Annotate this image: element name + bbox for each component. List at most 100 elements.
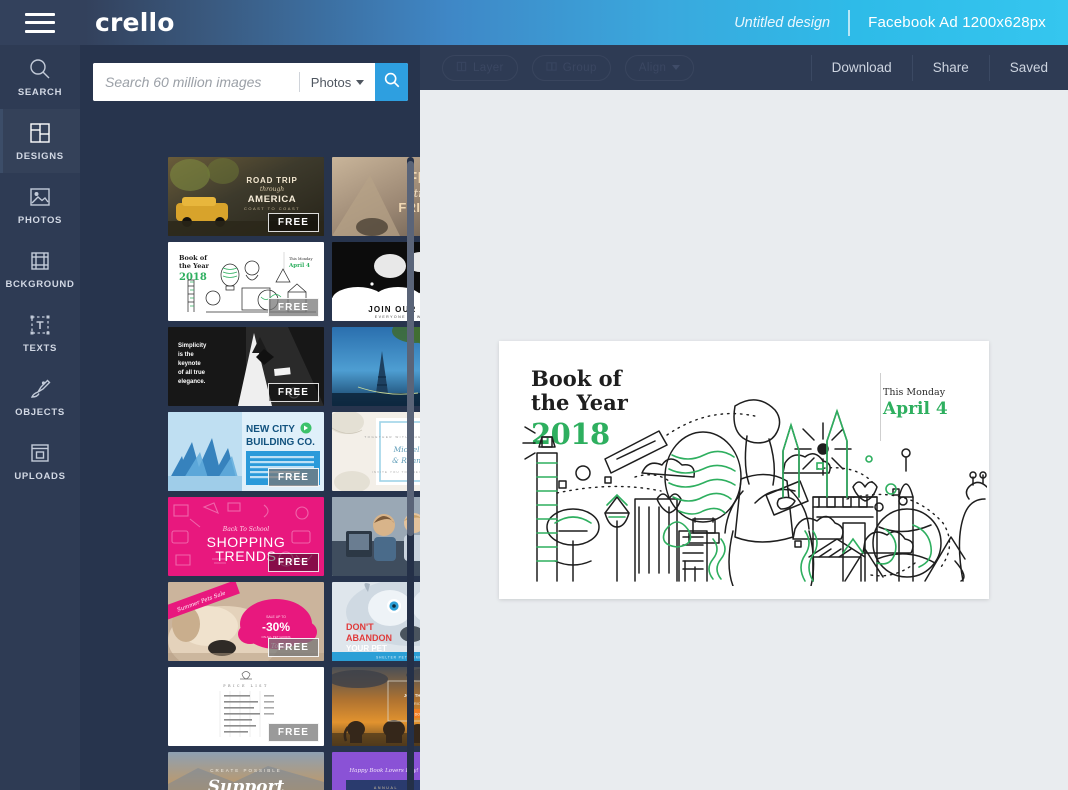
svg-text:Simplicity: Simplicity bbox=[178, 343, 207, 349]
sidebar-item-label: BCKGROUND bbox=[5, 279, 75, 290]
brand-logo[interactable]: crello bbox=[95, 8, 175, 37]
free-badge: FREE bbox=[267, 468, 319, 487]
svg-text:COAST TO COAST: COAST TO COAST bbox=[244, 206, 300, 211]
sidebar-item-photos[interactable]: PHOTOS bbox=[0, 173, 80, 237]
svg-text:YOUR PET: YOUR PET bbox=[346, 644, 387, 653]
sidebar-item-objects[interactable]: OBJECTS bbox=[0, 365, 80, 429]
design-title[interactable]: Untitled design bbox=[734, 15, 848, 31]
free-badge: FREE bbox=[267, 553, 319, 572]
template-card-pet-sale-30-percent[interactable]: Summer Pets Sale SALE UP TO -30% ON ALL … bbox=[168, 582, 324, 661]
sidebar-item-label: SEARCH bbox=[17, 87, 63, 98]
sidebar-item-label: OBJECTS bbox=[15, 407, 65, 418]
search-category-label: Photos bbox=[310, 74, 352, 90]
group-icon bbox=[546, 61, 557, 75]
svg-text:of all true: of all true bbox=[178, 370, 206, 376]
group-button[interactable]: Group bbox=[531, 54, 611, 81]
free-badge: FREE bbox=[267, 213, 319, 232]
svg-text:keynote: keynote bbox=[178, 361, 201, 367]
align-button[interactable]: Align bbox=[624, 54, 695, 81]
align-button-label: Align bbox=[638, 61, 667, 74]
svg-text:Back To School: Back To School bbox=[222, 526, 270, 533]
svg-text:ANNUAL: ANNUAL bbox=[374, 786, 398, 790]
layout-grid-icon bbox=[27, 120, 53, 146]
design-canvas[interactable]: Book of the Year 2018 This Monday April … bbox=[499, 341, 989, 599]
search-category-dropdown[interactable]: Photos bbox=[300, 63, 375, 101]
chevron-down-icon bbox=[672, 65, 681, 70]
design-size-label[interactable]: Facebook Ad 1200x628px bbox=[850, 14, 1060, 31]
svg-text:through: through bbox=[260, 186, 284, 193]
search-icon bbox=[383, 71, 401, 94]
template-card-book-of-the-year-2018[interactable]: Book of the Year 2018 This Monday April … bbox=[168, 242, 324, 321]
sidebar-item-label: UPLOADS bbox=[14, 471, 66, 482]
thumb-art: CREATE POSSIBLE Support WILD ANIMALS FOU… bbox=[168, 752, 324, 790]
sidebar-item-designs[interactable]: DESIGNS bbox=[0, 109, 80, 173]
search-input[interactable] bbox=[93, 63, 299, 101]
svg-text:PRICE LIST: PRICE LIST bbox=[223, 684, 269, 688]
svg-text:SALE UP TO: SALE UP TO bbox=[266, 615, 286, 619]
svg-text:NEW CITY: NEW CITY bbox=[246, 424, 295, 435]
svg-text:BUILDING CO.: BUILDING CO. bbox=[246, 437, 315, 448]
library-scrollbar-thumb[interactable] bbox=[407, 161, 414, 536]
svg-text:ROAD TRIP: ROAD TRIP bbox=[246, 176, 297, 185]
template-card-road-trip-through-america[interactable]: ROAD TRIP through AMERICA COAST TO COAST… bbox=[168, 157, 324, 236]
template-card-new-city-building-co[interactable]: NEW CITY BUILDING CO. FREE bbox=[168, 412, 324, 491]
chevron-down-icon bbox=[356, 79, 365, 85]
library-scrollbar-track[interactable] bbox=[407, 157, 414, 790]
svg-text:ABANDON: ABANDON bbox=[346, 633, 392, 643]
free-badge: FREE bbox=[267, 298, 319, 317]
svg-text:elegance.: elegance. bbox=[178, 379, 206, 385]
template-card-create-possible-support[interactable]: CREATE POSSIBLE Support WILD ANIMALS FOU… bbox=[168, 752, 324, 790]
layer-button-label: Layer bbox=[473, 61, 504, 74]
group-button-label: Group bbox=[562, 61, 597, 74]
header-right-group: Untitled design Facebook Ad 1200x628px bbox=[734, 0, 1068, 45]
crello-editor: crello Untitled design Facebook Ad 1200x… bbox=[0, 0, 1068, 790]
svg-text:April 4: April 4 bbox=[288, 263, 310, 269]
sidebar-item-label: PHOTOS bbox=[17, 215, 63, 226]
sidebar-item-label: TEXTS bbox=[22, 343, 58, 354]
free-badge: FREE bbox=[267, 723, 319, 742]
text-box-icon bbox=[27, 312, 53, 338]
svg-text:Support: Support bbox=[208, 777, 285, 790]
search-bar: Photos bbox=[93, 63, 408, 101]
template-card-price-list-menu[interactable]: PRICE LIST FREE bbox=[168, 667, 324, 746]
template-card-simplicity-elegance[interactable]: Simplicity is the keynote of all true el… bbox=[168, 327, 324, 406]
canvas-workspace[interactable]: Book of the Year 2018 This Monday April … bbox=[420, 90, 1068, 790]
svg-text:is the: is the bbox=[178, 352, 194, 358]
left-tool-rail: SEARCH DESIGNS PHOTOS BCKGROUND TEXTS OB… bbox=[0, 45, 80, 790]
search-submit-button[interactable] bbox=[375, 63, 408, 101]
hamburger-menu-button[interactable] bbox=[0, 0, 80, 45]
svg-text:CREATE POSSIBLE: CREATE POSSIBLE bbox=[210, 768, 281, 773]
svg-text:DON'T: DON'T bbox=[346, 622, 374, 632]
sidebar-item-label: DESIGNS bbox=[16, 151, 64, 162]
svg-text:2018: 2018 bbox=[179, 272, 207, 283]
photo-icon bbox=[27, 184, 53, 210]
download-button[interactable]: Download bbox=[812, 60, 912, 75]
svg-text:AMERICA: AMERICA bbox=[248, 194, 297, 205]
layers-icon bbox=[456, 61, 467, 75]
free-badge: FREE bbox=[267, 638, 319, 657]
saved-button[interactable]: Saved bbox=[990, 60, 1068, 75]
share-button[interactable]: Share bbox=[913, 60, 989, 75]
background-icon bbox=[27, 248, 53, 274]
sidebar-item-search[interactable]: SEARCH bbox=[0, 45, 80, 109]
object-tool-buttons: Layer Group Align bbox=[442, 54, 695, 81]
sidebar-item-bckground[interactable]: BCKGROUND bbox=[0, 237, 80, 301]
svg-text:Book of: Book of bbox=[179, 254, 208, 262]
sidebar-item-uploads[interactable]: UPLOADS bbox=[0, 429, 80, 493]
svg-text:the Year: the Year bbox=[179, 262, 210, 270]
canvas-illustration[interactable] bbox=[517, 381, 987, 586]
editor-toolbar: Layer Group Align Download Share Saved bbox=[420, 45, 1068, 90]
svg-text:-30%: -30% bbox=[262, 620, 290, 634]
objects-pen-icon bbox=[27, 376, 53, 402]
free-badge: FREE bbox=[267, 383, 319, 402]
hamburger-menu-icon bbox=[25, 12, 55, 33]
template-card-back-to-school-shopping-trends[interactable]: Back To School SHOPPING TRENDS FREE bbox=[168, 497, 324, 576]
upload-tray-icon bbox=[27, 440, 53, 466]
top-header-bar: crello Untitled design Facebook Ad 1200x… bbox=[0, 0, 1068, 45]
toolbar-actions: Download Share Saved bbox=[810, 45, 1068, 90]
sidebar-item-texts[interactable]: TEXTS bbox=[0, 301, 80, 365]
layer-button[interactable]: Layer bbox=[442, 54, 518, 81]
search-icon bbox=[27, 56, 53, 82]
library-panel: Photos bbox=[80, 45, 488, 790]
svg-text:This Monday: This Monday bbox=[289, 257, 313, 261]
